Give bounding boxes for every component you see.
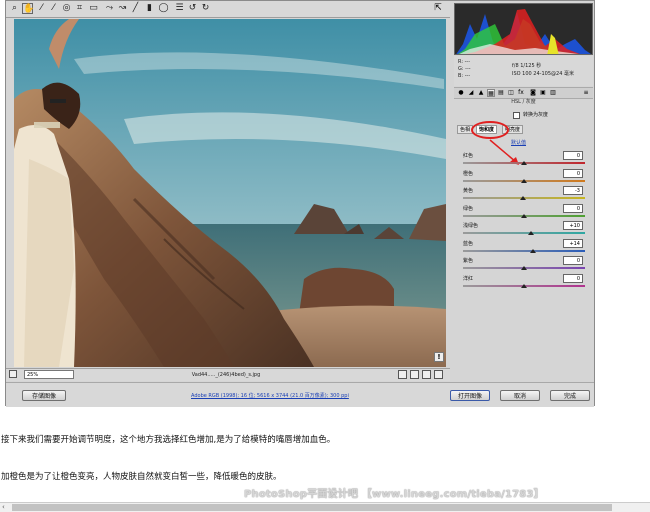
zoom-select[interactable]: 25% bbox=[24, 370, 74, 379]
panel-menu-icon[interactable]: ≡ bbox=[582, 89, 590, 97]
slider-value-input[interactable]: 0 bbox=[563, 256, 583, 265]
slider-label: 绿色 bbox=[463, 205, 474, 212]
workflow-options-link[interactable]: Adobe RGB (1998); 16 位; 5616 x 3744 (21.… bbox=[191, 392, 349, 399]
scrollbar-thumb[interactable] bbox=[12, 504, 612, 511]
slider-thumb[interactable] bbox=[521, 161, 527, 165]
slider-track[interactable] bbox=[463, 249, 585, 252]
straighten-icon[interactable]: ▭ bbox=[88, 3, 99, 14]
slider-label: 浅绿色 bbox=[463, 223, 479, 229]
target-adjust-icon[interactable]: ◎ bbox=[61, 3, 72, 14]
camera-raw-window: ⌕ ✋ ⁄ ⁄ ◎ ⌗ ▭ ⤳ ↝ ╱ ▮ ◯ ☰ ↺ ↻ ⇱ ! 25% Va… bbox=[5, 0, 595, 407]
toggle-icon[interactable] bbox=[434, 370, 443, 379]
lens-tab-icon[interactable]: ◫ bbox=[507, 89, 515, 97]
slider-thumb[interactable] bbox=[521, 178, 527, 183]
slider-value-input[interactable]: +14 bbox=[563, 238, 583, 248]
slider-label: 洋红 bbox=[463, 275, 474, 282]
slider-label: 紫色 bbox=[463, 258, 474, 264]
article-paragraph-2: 加橙色是为了让橙色变亮，人物皮肤自然就变白皙一些，降低暖色的皮肤。 bbox=[1, 472, 282, 482]
slider-thumb[interactable] bbox=[521, 283, 527, 288]
hsl-tab-icon[interactable]: ▦ bbox=[487, 89, 495, 97]
photo-preview[interactable]: ! bbox=[14, 19, 446, 367]
readout-b: B: --- bbox=[458, 73, 471, 79]
split-toning-tab-icon[interactable]: ▤ bbox=[497, 89, 505, 97]
basic-tab-icon[interactable]: ● bbox=[457, 89, 465, 97]
zoom-out-icon[interactable] bbox=[9, 370, 17, 378]
spot-removal-icon[interactable]: ⤳ bbox=[104, 3, 115, 14]
slider-value-input[interactable]: 0 bbox=[563, 273, 583, 283]
adjustment-brush-icon[interactable]: ╱ bbox=[130, 3, 141, 14]
annotation-circle bbox=[471, 121, 509, 139]
detail-tab-icon[interactable]: ▲ bbox=[477, 89, 485, 97]
slider-value-input[interactable]: 0 bbox=[563, 168, 583, 178]
toolbar: ⌕ ✋ ⁄ ⁄ ◎ ⌗ ▭ ⤳ ↝ ╱ ▮ ◯ ☰ ↺ ↻ ⇱ bbox=[6, 1, 450, 18]
bottom-bar: 存储图像 Adobe RGB (1998); 16 位; 5616 x 3744… bbox=[6, 382, 594, 407]
slider-label: 红色 bbox=[463, 153, 474, 159]
slider-thumb[interactable] bbox=[528, 231, 535, 235]
histogram bbox=[454, 3, 593, 55]
panel-title: HSL / 灰度 bbox=[511, 99, 536, 105]
iso-readout: ISO 100 24-105@24 毫米 bbox=[512, 71, 574, 77]
exposure-readout: f/8 1/125 秒 bbox=[512, 63, 542, 69]
swap-icon[interactable] bbox=[410, 370, 419, 379]
watermark: PhotoShop平面设计吧 【www.lineeg.com/tieba/178… bbox=[244, 489, 544, 500]
slider-thumb[interactable] bbox=[529, 248, 536, 253]
cancel-button[interactable]: 取消 bbox=[500, 390, 540, 401]
slider-track[interactable] bbox=[463, 232, 585, 234]
red-eye-icon[interactable]: ↝ bbox=[117, 3, 128, 14]
hand-icon[interactable]: ✋ bbox=[22, 3, 34, 14]
slider-value-input[interactable]: -3 bbox=[563, 186, 583, 195]
tone-curve-tab-icon[interactable]: ◢ bbox=[467, 89, 475, 97]
preview-status-bar: 25% Vad44....._(246)4bed)_s.jpg bbox=[6, 368, 450, 381]
convert-grayscale-checkbox[interactable] bbox=[513, 112, 520, 119]
color-sampler-icon[interactable]: ⁄ bbox=[48, 3, 59, 14]
graduated-filter-icon[interactable]: ▮ bbox=[144, 3, 155, 14]
convert-grayscale-label: 转换为灰度 bbox=[523, 112, 549, 118]
done-button[interactable]: 完成 bbox=[550, 390, 590, 401]
article-paragraph-1: 接下来我们需要开始调节明度，这个地方我选择红色增加,是为了给模特的嘴唇增加血色。 bbox=[1, 435, 336, 445]
zoom-value: 25% bbox=[27, 372, 39, 378]
slider-label: 橙色 bbox=[463, 170, 474, 177]
white-balance-icon[interactable]: ⁄ bbox=[36, 3, 47, 14]
readout-r: R: --- bbox=[458, 59, 471, 65]
camera-calibration-tab-icon[interactable]: ◙ bbox=[529, 89, 537, 97]
readout-g: G: --- bbox=[458, 66, 471, 72]
rotate-ccw-icon[interactable]: ↺ bbox=[187, 3, 198, 14]
open-image-button[interactable]: 打开图像 bbox=[450, 390, 490, 401]
info-readouts: R: --- G: --- B: --- f/8 1/125 秒 ISO 100… bbox=[454, 56, 593, 86]
filename-label: Vad44....._(246)4bed)_s.jpg bbox=[191, 372, 261, 378]
slider-label: 蓝色 bbox=[463, 240, 474, 247]
slider-label: 黄色 bbox=[463, 188, 474, 194]
effects-tab-icon[interactable]: fx bbox=[517, 89, 525, 97]
presets-tab-icon[interactable]: ▣ bbox=[539, 89, 547, 97]
slider-value-input[interactable]: +10 bbox=[563, 221, 583, 230]
slider-thumb[interactable] bbox=[521, 266, 527, 270]
radial-filter-icon[interactable]: ◯ bbox=[158, 3, 169, 14]
slider-thumb[interactable] bbox=[521, 213, 527, 218]
zoom-icon[interactable]: ⌕ bbox=[9, 3, 20, 14]
crop-icon[interactable]: ⌗ bbox=[74, 3, 85, 14]
fullscreen-icon[interactable]: ⇱ bbox=[432, 3, 444, 14]
before-after-icon[interactable] bbox=[398, 370, 407, 379]
preferences-icon[interactable]: ☰ bbox=[174, 3, 185, 14]
warning-icon[interactable]: ! bbox=[434, 352, 444, 362]
save-image-button[interactable]: 存储图像 bbox=[22, 390, 66, 401]
copy-settings-icon[interactable] bbox=[422, 370, 431, 379]
slider-value-input[interactable]: 0 bbox=[563, 203, 583, 213]
snapshots-tab-icon[interactable]: ▥ bbox=[549, 89, 557, 97]
slider-value-input[interactable]: 0 bbox=[563, 151, 583, 160]
rotate-cw-icon[interactable]: ↻ bbox=[200, 3, 211, 14]
slider-thumb[interactable] bbox=[519, 196, 526, 200]
